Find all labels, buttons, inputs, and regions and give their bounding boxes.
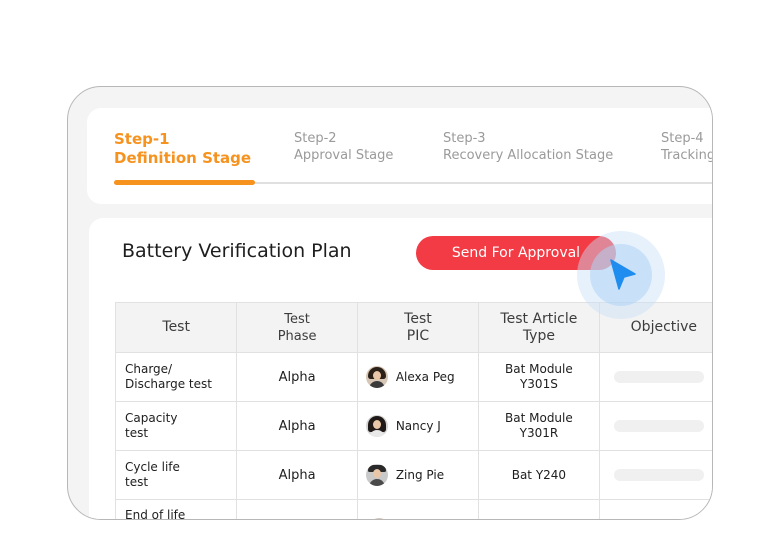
cell-pic	[356, 499, 480, 519]
header-test-article-type[interactable]: Test Article Type	[478, 302, 600, 353]
step-4[interactable]: Step-4 Tracking	[661, 130, 713, 164]
step-name: Approval Stage	[294, 148, 394, 163]
user-avatar-icon	[365, 366, 388, 388]
table-row[interactable]: Charge/ Discharge test Alpha Alexa Peg B…	[114, 352, 712, 402]
cell-phase: Alpha	[236, 450, 358, 500]
cell-objective	[598, 450, 712, 500]
cell-test: Capacity test	[114, 401, 238, 451]
cell-test: Charge/ Discharge test	[114, 352, 238, 402]
step-name: Recovery Allocation Stage	[443, 148, 614, 163]
cell-pic: Alexa Peg	[356, 352, 480, 402]
objective-placeholder	[613, 469, 704, 481]
table-row[interactable]: Cycle life test Alpha Zing Pie Bat Y240	[114, 450, 712, 500]
table-row[interactable]: Capacity test Alpha Nancy J Bat Module Y…	[114, 401, 712, 451]
cell-article-type	[478, 499, 600, 519]
cell-test: End of life	[114, 499, 238, 519]
pointer-cursor-icon	[610, 259, 636, 290]
step-number: Step-3	[443, 131, 486, 146]
header-test[interactable]: Test	[114, 302, 238, 353]
step-name: Tracking	[661, 148, 713, 163]
objective-placeholder	[613, 371, 704, 383]
user-avatar-icon	[365, 415, 388, 437]
stage-stepper: Step-1 Definition Stage Step-2 Approval …	[87, 108, 713, 204]
header-test-phase[interactable]: Test Phase	[236, 302, 358, 353]
user-avatar-icon	[365, 464, 388, 486]
cell-pic: Zing Pie	[356, 450, 480, 500]
cell-objective	[598, 401, 712, 451]
cell-article-type: Bat Y240	[478, 450, 600, 500]
cell-article-type: Bat Module Y301S	[478, 352, 600, 402]
cell-phase: Alpha	[236, 352, 358, 402]
header-test-pic[interactable]: Test PIC	[356, 302, 480, 353]
step-2[interactable]: Step-2 Approval Stage	[294, 130, 393, 164]
step-number: Step-1	[114, 130, 170, 148]
step-number: Step-4	[661, 131, 704, 146]
cell-phase	[236, 499, 358, 519]
user-avatar-icon	[367, 518, 390, 519]
objective-placeholder	[613, 420, 704, 432]
table-row[interactable]: End of life	[114, 499, 712, 519]
pic-name: Alexa Peg	[395, 370, 455, 384]
step-3[interactable]: Step-3 Recovery Allocation Stage	[443, 130, 613, 164]
cell-phase: Alpha	[236, 401, 358, 451]
cell-article-type: Bat Module Y301R	[478, 401, 600, 451]
plan-title: Battery Verification Plan	[122, 240, 352, 262]
cell-objective	[598, 499, 712, 519]
cell-pic: Nancy J	[356, 401, 480, 451]
step-number: Step-2	[294, 131, 337, 146]
step-name: Definition Stage	[114, 149, 252, 167]
cell-test: Cycle life test	[114, 450, 238, 500]
verification-table: Test Test Phase Test PIC Test Article Ty…	[114, 302, 712, 519]
step-1[interactable]: Step-1 Definition Stage	[114, 130, 251, 168]
cell-objective	[598, 352, 712, 402]
pic-name: Nancy J	[395, 419, 441, 433]
stepper-active-indicator	[114, 180, 255, 185]
pic-name: Zing Pie	[395, 468, 445, 482]
